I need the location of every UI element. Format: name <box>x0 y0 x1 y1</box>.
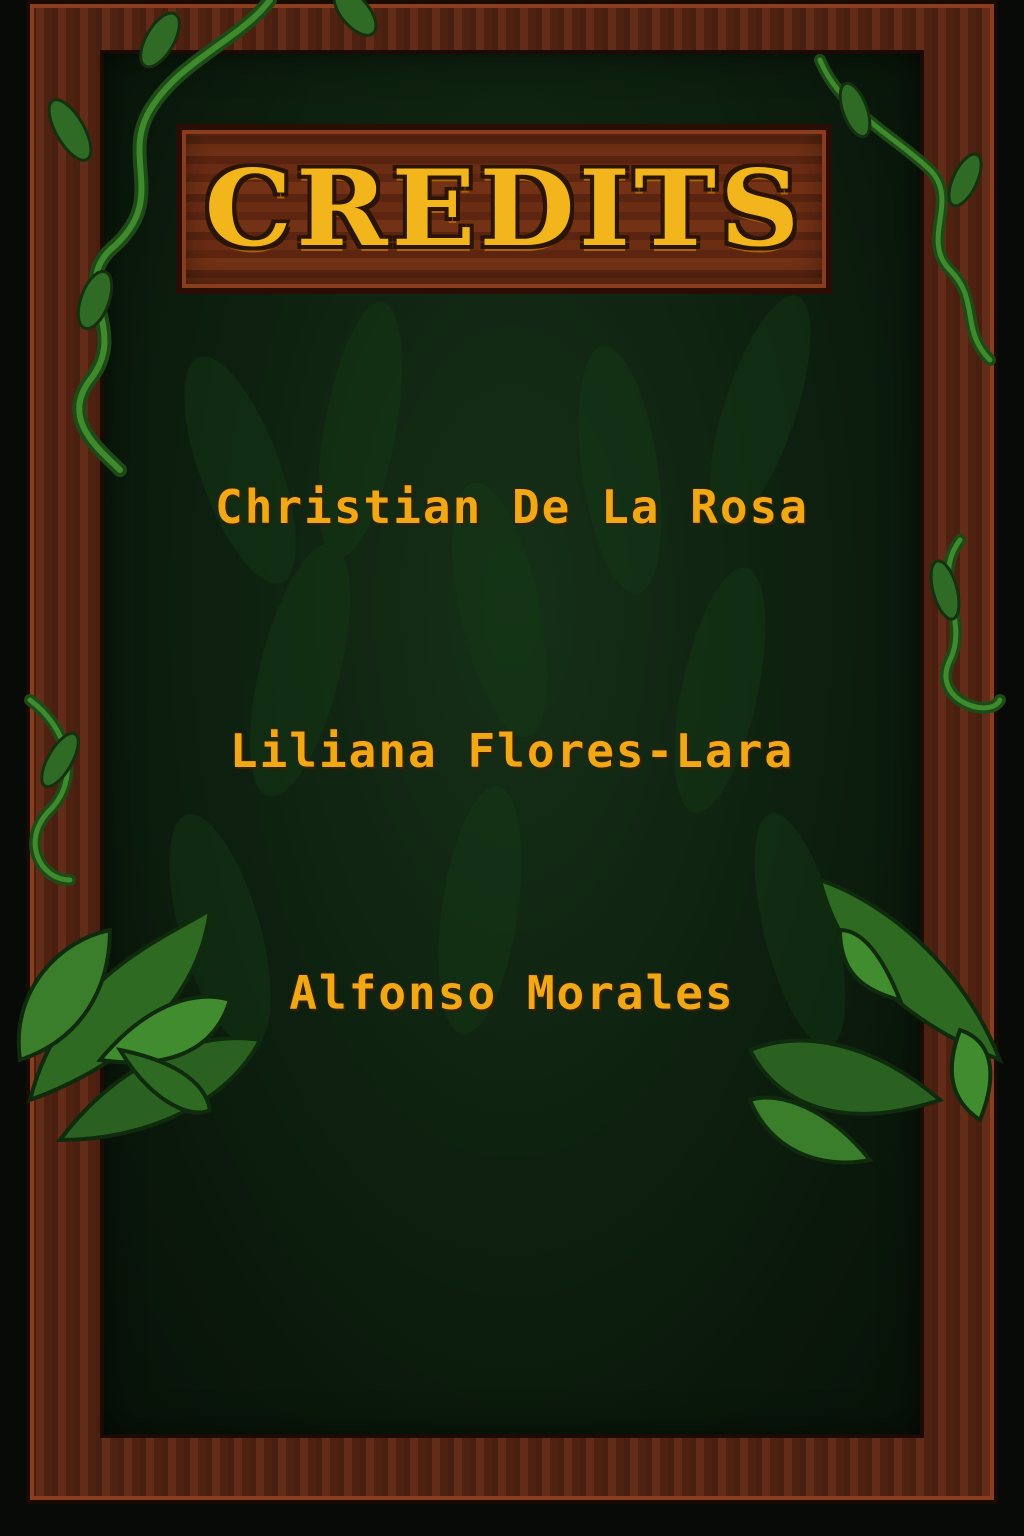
credits-screen: CREDITS Christian De La Rosa Liliana Flo… <box>0 0 1024 1536</box>
title-sign: CREDITS <box>176 124 832 294</box>
credit-name: Christian De La Rosa <box>215 480 809 534</box>
credit-name: Alfonso Morales <box>289 966 735 1020</box>
credit-name: Liliana Flores-Lara <box>229 724 795 778</box>
page-title: CREDITS <box>204 147 804 270</box>
